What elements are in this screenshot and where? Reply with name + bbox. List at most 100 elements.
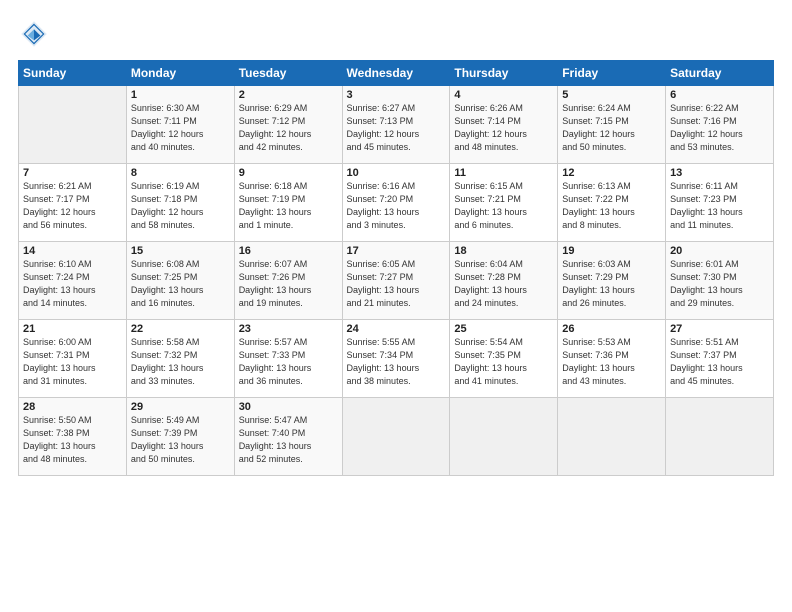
day-info: Sunrise: 6:10 AM Sunset: 7:24 PM Dayligh… [23,258,122,310]
day-number: 20 [670,245,769,257]
day-header-friday: Friday [558,61,666,86]
day-info: Sunrise: 6:03 AM Sunset: 7:29 PM Dayligh… [562,258,661,310]
day-number: 23 [239,323,338,335]
day-info: Sunrise: 6:27 AM Sunset: 7:13 PM Dayligh… [347,102,446,154]
day-number: 24 [347,323,446,335]
day-number: 3 [347,89,446,101]
calendar-header: SundayMondayTuesdayWednesdayThursdayFrid… [19,61,774,86]
week-row-3: 14Sunrise: 6:10 AM Sunset: 7:24 PM Dayli… [19,242,774,320]
day-number: 5 [562,89,661,101]
day-cell: 17Sunrise: 6:05 AM Sunset: 7:27 PM Dayli… [342,242,450,320]
week-row-2: 7Sunrise: 6:21 AM Sunset: 7:17 PM Daylig… [19,164,774,242]
day-info: Sunrise: 6:04 AM Sunset: 7:28 PM Dayligh… [454,258,553,310]
day-cell: 24Sunrise: 5:55 AM Sunset: 7:34 PM Dayli… [342,320,450,398]
day-cell: 2Sunrise: 6:29 AM Sunset: 7:12 PM Daylig… [234,86,342,164]
day-header-saturday: Saturday [666,61,774,86]
day-info: Sunrise: 5:49 AM Sunset: 7:39 PM Dayligh… [131,414,230,466]
day-cell [450,398,558,476]
header [18,18,774,50]
day-info: Sunrise: 5:50 AM Sunset: 7:38 PM Dayligh… [23,414,122,466]
days-row: SundayMondayTuesdayWednesdayThursdayFrid… [19,61,774,86]
day-number: 11 [454,167,553,179]
day-info: Sunrise: 6:13 AM Sunset: 7:22 PM Dayligh… [562,180,661,232]
day-number: 12 [562,167,661,179]
day-cell: 27Sunrise: 5:51 AM Sunset: 7:37 PM Dayli… [666,320,774,398]
logo-icon [18,18,50,50]
day-cell: 15Sunrise: 6:08 AM Sunset: 7:25 PM Dayli… [126,242,234,320]
day-cell: 13Sunrise: 6:11 AM Sunset: 7:23 PM Dayli… [666,164,774,242]
day-info: Sunrise: 6:24 AM Sunset: 7:15 PM Dayligh… [562,102,661,154]
day-number: 25 [454,323,553,335]
day-cell: 20Sunrise: 6:01 AM Sunset: 7:30 PM Dayli… [666,242,774,320]
day-number: 19 [562,245,661,257]
day-number: 9 [239,167,338,179]
day-number: 10 [347,167,446,179]
day-info: Sunrise: 6:16 AM Sunset: 7:20 PM Dayligh… [347,180,446,232]
day-info: Sunrise: 6:18 AM Sunset: 7:19 PM Dayligh… [239,180,338,232]
day-info: Sunrise: 5:47 AM Sunset: 7:40 PM Dayligh… [239,414,338,466]
day-info: Sunrise: 6:22 AM Sunset: 7:16 PM Dayligh… [670,102,769,154]
day-cell: 11Sunrise: 6:15 AM Sunset: 7:21 PM Dayli… [450,164,558,242]
day-cell: 14Sunrise: 6:10 AM Sunset: 7:24 PM Dayli… [19,242,127,320]
day-info: Sunrise: 5:53 AM Sunset: 7:36 PM Dayligh… [562,336,661,388]
day-cell: 10Sunrise: 6:16 AM Sunset: 7:20 PM Dayli… [342,164,450,242]
day-number: 14 [23,245,122,257]
day-cell: 5Sunrise: 6:24 AM Sunset: 7:15 PM Daylig… [558,86,666,164]
day-cell: 29Sunrise: 5:49 AM Sunset: 7:39 PM Dayli… [126,398,234,476]
day-cell [666,398,774,476]
calendar-body: 1Sunrise: 6:30 AM Sunset: 7:11 PM Daylig… [19,86,774,476]
day-info: Sunrise: 5:51 AM Sunset: 7:37 PM Dayligh… [670,336,769,388]
day-cell [342,398,450,476]
week-row-1: 1Sunrise: 6:30 AM Sunset: 7:11 PM Daylig… [19,86,774,164]
day-cell: 19Sunrise: 6:03 AM Sunset: 7:29 PM Dayli… [558,242,666,320]
day-cell [558,398,666,476]
day-cell: 23Sunrise: 5:57 AM Sunset: 7:33 PM Dayli… [234,320,342,398]
day-info: Sunrise: 6:05 AM Sunset: 7:27 PM Dayligh… [347,258,446,310]
day-info: Sunrise: 6:07 AM Sunset: 7:26 PM Dayligh… [239,258,338,310]
day-info: Sunrise: 5:58 AM Sunset: 7:32 PM Dayligh… [131,336,230,388]
day-info: Sunrise: 6:00 AM Sunset: 7:31 PM Dayligh… [23,336,122,388]
calendar: SundayMondayTuesdayWednesdayThursdayFrid… [18,60,774,602]
day-info: Sunrise: 6:19 AM Sunset: 7:18 PM Dayligh… [131,180,230,232]
day-cell: 6Sunrise: 6:22 AM Sunset: 7:16 PM Daylig… [666,86,774,164]
day-header-monday: Monday [126,61,234,86]
day-number: 16 [239,245,338,257]
day-header-thursday: Thursday [450,61,558,86]
day-cell: 25Sunrise: 5:54 AM Sunset: 7:35 PM Dayli… [450,320,558,398]
day-cell: 26Sunrise: 5:53 AM Sunset: 7:36 PM Dayli… [558,320,666,398]
day-cell: 30Sunrise: 5:47 AM Sunset: 7:40 PM Dayli… [234,398,342,476]
day-number: 28 [23,401,122,413]
day-number: 21 [23,323,122,335]
day-number: 26 [562,323,661,335]
week-row-5: 28Sunrise: 5:50 AM Sunset: 7:38 PM Dayli… [19,398,774,476]
day-number: 29 [131,401,230,413]
day-number: 27 [670,323,769,335]
logo [18,18,54,50]
calendar-table: SundayMondayTuesdayWednesdayThursdayFrid… [18,60,774,476]
day-header-tuesday: Tuesday [234,61,342,86]
day-info: Sunrise: 5:57 AM Sunset: 7:33 PM Dayligh… [239,336,338,388]
day-info: Sunrise: 5:54 AM Sunset: 7:35 PM Dayligh… [454,336,553,388]
day-number: 1 [131,89,230,101]
day-info: Sunrise: 6:08 AM Sunset: 7:25 PM Dayligh… [131,258,230,310]
day-cell: 18Sunrise: 6:04 AM Sunset: 7:28 PM Dayli… [450,242,558,320]
day-cell [19,86,127,164]
day-cell: 21Sunrise: 6:00 AM Sunset: 7:31 PM Dayli… [19,320,127,398]
day-number: 15 [131,245,230,257]
day-info: Sunrise: 6:11 AM Sunset: 7:23 PM Dayligh… [670,180,769,232]
day-number: 4 [454,89,553,101]
day-info: Sunrise: 6:30 AM Sunset: 7:11 PM Dayligh… [131,102,230,154]
day-number: 30 [239,401,338,413]
day-cell: 7Sunrise: 6:21 AM Sunset: 7:17 PM Daylig… [19,164,127,242]
day-header-wednesday: Wednesday [342,61,450,86]
day-number: 17 [347,245,446,257]
day-cell: 4Sunrise: 6:26 AM Sunset: 7:14 PM Daylig… [450,86,558,164]
day-number: 22 [131,323,230,335]
day-info: Sunrise: 6:29 AM Sunset: 7:12 PM Dayligh… [239,102,338,154]
day-cell: 22Sunrise: 5:58 AM Sunset: 7:32 PM Dayli… [126,320,234,398]
day-info: Sunrise: 6:21 AM Sunset: 7:17 PM Dayligh… [23,180,122,232]
day-cell: 16Sunrise: 6:07 AM Sunset: 7:26 PM Dayli… [234,242,342,320]
day-cell: 1Sunrise: 6:30 AM Sunset: 7:11 PM Daylig… [126,86,234,164]
day-number: 8 [131,167,230,179]
day-number: 7 [23,167,122,179]
